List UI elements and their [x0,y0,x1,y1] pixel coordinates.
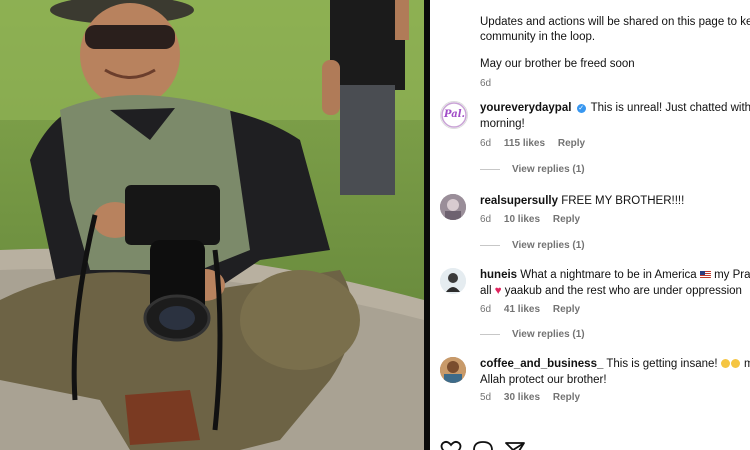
avatar[interactable] [440,357,466,383]
verified-badge-icon: ✓ [576,104,586,113]
heart-icon[interactable] [440,440,462,450]
reply-button[interactable]: Reply [558,138,585,149]
post-photo[interactable] [0,0,424,450]
comment-text: This is unreal! Just chatted with him [590,102,750,114]
comment-time: 5d [480,392,492,403]
reply-button[interactable]: Reply [553,392,580,403]
caption-line-1: Updates and actions will be shared on th… [480,16,750,28]
comment-text-2: my Prayers [714,269,750,281]
avatar[interactable] [440,268,466,294]
emoji-icon [720,359,730,368]
view-replies-label: View replies (1) [512,240,585,251]
reply-button[interactable]: Reply [553,214,580,225]
comment-username[interactable]: youreverydaypal [480,102,571,114]
emoji-icon [730,359,740,368]
avatar-photo-icon [440,194,466,220]
replies-line [480,244,500,246]
view-replies-label: View replies (1) [512,329,585,340]
comment-meta: 6d 115 likes Reply [480,138,595,149]
view-replies-label: View replies (1) [512,164,585,175]
view-replies-button[interactable]: View replies (1) [480,329,585,340]
comment-text: FREE MY BROTHER!!!! [561,195,685,207]
replies-line [480,168,500,170]
avatar[interactable] [440,194,466,220]
reply-button[interactable]: Reply [553,304,580,315]
comment-icon[interactable] [472,440,494,450]
comment-username[interactable]: coffee_and_business_ [480,358,603,370]
comment-username[interactable]: realsupersully [480,195,558,207]
comment-time: 6d [480,214,492,225]
comment-time: 6d [480,304,492,315]
comment-likes[interactable]: 30 likes [504,392,540,403]
avatar[interactable]: Pal. [440,101,468,129]
share-icon[interactable] [504,440,526,450]
comment-meta: 5d 30 likes Reply [480,392,590,403]
comment-likes[interactable]: 115 likes [504,138,545,149]
comment-text: This is getting insane! [606,358,718,370]
comment-likes[interactable]: 41 likes [504,304,540,315]
caption-line-2: May our brother be freed soon [480,58,635,70]
comment-text: What a nightmare to be in America [520,269,697,281]
comment-text-2: may [744,358,750,370]
photo-illustration [0,0,424,450]
view-replies-button[interactable]: View replies (1) [480,164,585,175]
comment-username[interactable]: huneis [480,269,517,281]
comments-panel[interactable]: Updates and actions will be shared on th… [430,0,750,450]
avatar-photo-icon [440,357,466,383]
comment-text-3: Allah protect our brother! [480,373,607,386]
replies-line [480,333,500,335]
comment-text-3: all [480,284,492,297]
us-flag-icon [699,271,711,278]
comment-likes[interactable]: 10 likes [504,214,540,225]
red-heart-icon: ♥ [494,284,502,297]
comment-meta: 6d 10 likes Reply [480,214,590,225]
avatar-logo-text: Pal. [444,109,466,120]
comment-meta: 6d 41 likes Reply [480,304,590,315]
caption-line-1b: community in the loop. [480,31,596,43]
view-replies-button[interactable]: View replies (1) [480,240,585,251]
avatar-photo-icon [440,268,466,294]
comment-text-cont: morning! [480,117,525,130]
comment-text-4: yaakub and the rest who are under oppres… [504,284,742,297]
caption-time: 6d [480,78,492,89]
comment-time: 6d [480,138,492,149]
